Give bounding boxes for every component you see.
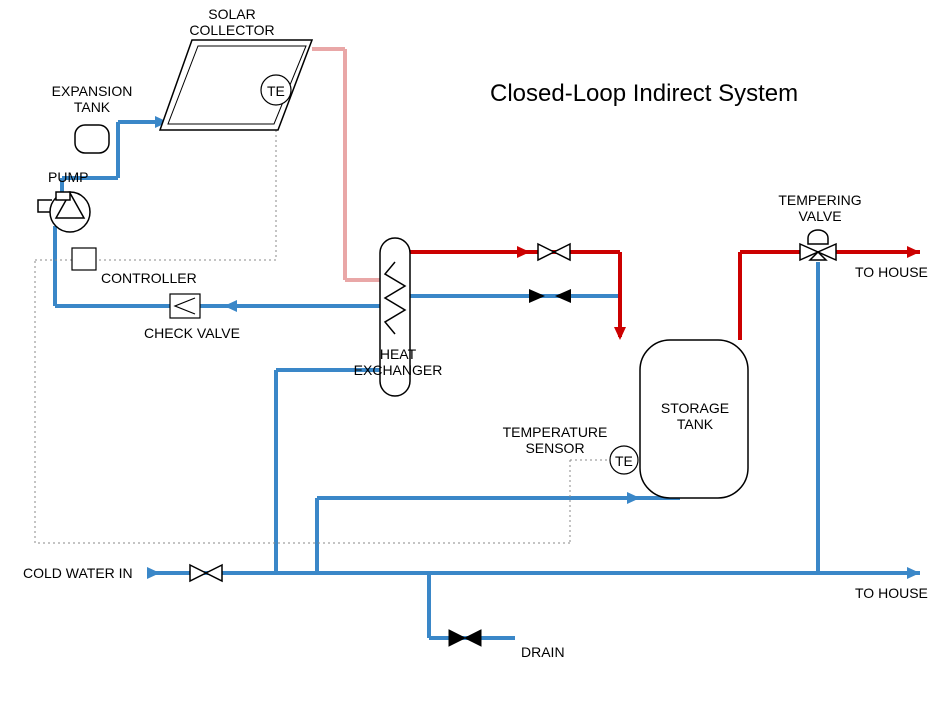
label-drain: DRAIN bbox=[521, 644, 565, 660]
label-check-valve: CHECK VALVE bbox=[144, 325, 240, 341]
storage-cold-feed bbox=[317, 498, 680, 573]
label-controller: CONTROLLER bbox=[101, 270, 197, 286]
label-to-house-hot: TO HOUSE bbox=[855, 264, 928, 280]
hot-line-valve bbox=[538, 244, 570, 260]
label-cold-water-in: COLD WATER IN bbox=[23, 565, 133, 581]
label-expansion-tank: EXPANSION TANK bbox=[42, 83, 142, 115]
label-te-storage: TE bbox=[615, 453, 633, 469]
label-temperature-sensor: TEMPERATURE SENSOR bbox=[500, 424, 610, 456]
check-valve bbox=[170, 294, 200, 318]
diagram-svg bbox=[0, 0, 948, 704]
cold-water-main bbox=[147, 567, 920, 579]
controller bbox=[72, 248, 96, 270]
label-te-collector: TE bbox=[267, 83, 285, 99]
label-storage-tank: STORAGE TANK bbox=[655, 400, 735, 432]
drain-branch bbox=[429, 573, 515, 638]
diagram-canvas: Closed-Loop Indirect System SOLAR COLLEC… bbox=[0, 0, 948, 704]
cold-main-valve bbox=[190, 565, 222, 581]
label-pump: PUMP bbox=[48, 169, 88, 185]
tempering-valve bbox=[800, 230, 836, 260]
drain-valve bbox=[449, 630, 481, 646]
diagram-title: Closed-Loop Indirect System bbox=[490, 80, 798, 108]
label-solar-collector: SOLAR COLLECTOR bbox=[172, 6, 292, 38]
solar-hot-supply bbox=[312, 49, 380, 280]
storage-bottom-arrow bbox=[627, 492, 640, 504]
control-wiring bbox=[35, 100, 612, 543]
pump bbox=[38, 192, 90, 232]
label-tempering-valve: TEMPERING VALVE bbox=[775, 192, 865, 224]
expansion-tank bbox=[75, 125, 109, 153]
label-to-house-cold: TO HOUSE bbox=[855, 585, 928, 601]
hot-lines bbox=[410, 246, 920, 340]
label-heat-exchanger: HEAT EXCHANGER bbox=[353, 346, 443, 378]
